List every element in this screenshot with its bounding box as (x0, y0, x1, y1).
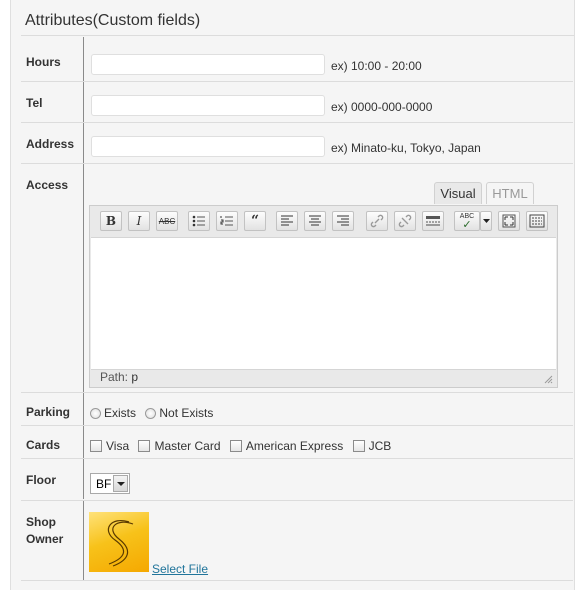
path-label: Path: (100, 370, 129, 384)
separator (21, 392, 573, 393)
chevron-down-icon[interactable] (480, 211, 492, 231)
separator (21, 163, 573, 164)
row-divider-floor (83, 459, 84, 499)
italic-icon[interactable]: I (128, 211, 150, 231)
tel-label: Tel (26, 96, 43, 110)
link-icon[interactable] (366, 211, 388, 231)
separator (21, 500, 573, 501)
hours-label: Hours (26, 55, 61, 69)
parking-options: Exists Not Exists (90, 406, 213, 420)
card-checkbox-amex[interactable] (229, 440, 242, 452)
card-option-label: Master Card (154, 439, 221, 453)
card-option-label: JCB (368, 439, 392, 453)
kitchen-sink-icon[interactable] (526, 211, 548, 231)
tel-hint: ex) 0000-000-0000 (331, 100, 433, 114)
hours-hint: ex) 10:00 - 20:00 (331, 59, 422, 73)
tab-html[interactable]: HTML (486, 182, 534, 204)
tel-input[interactable] (91, 95, 325, 116)
align-left-icon[interactable] (276, 211, 298, 231)
tab-visual[interactable]: Visual (434, 182, 482, 204)
cards-label: Cards (26, 438, 61, 452)
separator (21, 425, 573, 426)
chevron-down-icon[interactable] (113, 475, 128, 492)
align-right-icon[interactable] (332, 211, 354, 231)
address-label: Address (26, 137, 75, 151)
editor-content-area[interactable] (91, 237, 556, 370)
floor-select-value: BF (96, 477, 112, 491)
cards-options: Visa Master Card American Express JCB (90, 439, 391, 453)
panel-title: Attributes(Custom fields) (25, 12, 201, 29)
path-value[interactable]: p (131, 370, 138, 384)
blockquote-icon[interactable]: “ (244, 211, 266, 231)
numbered-list-icon[interactable] (216, 211, 238, 231)
row-divider-cards (83, 426, 84, 458)
more-tag-icon[interactable] (422, 211, 444, 231)
row-divider-parking (83, 393, 84, 425)
row-divider-shop-owner (83, 501, 84, 580)
select-file-link[interactable]: Select File (152, 562, 208, 576)
address-input[interactable] (91, 136, 325, 157)
floor-select[interactable]: BF (90, 473, 130, 494)
row-divider-address (83, 123, 84, 163)
access-editor: B I ABC “ ABC ✓ Path: p (89, 205, 558, 388)
shop-owner-label-line1: Shop (26, 515, 56, 529)
shop-owner-label: Shop Owner (26, 514, 63, 548)
hours-input[interactable] (91, 54, 325, 75)
editor-toolbar: B I ABC “ ABC ✓ (90, 206, 557, 238)
card-option-label: Visa (106, 439, 130, 453)
spellcheck-icon[interactable]: ABC ✓ (454, 211, 480, 231)
separator (21, 122, 573, 123)
bold-icon[interactable]: B (100, 211, 122, 231)
card-checkbox-visa[interactable] (90, 440, 102, 452)
row-divider-tel (83, 82, 84, 122)
separator (21, 81, 573, 82)
logo-s-icon (107, 520, 134, 567)
parking-option-label: Not Exists (159, 406, 214, 420)
align-center-icon[interactable] (304, 211, 326, 231)
row-divider-access (83, 164, 84, 392)
card-option-label: American Express (245, 439, 344, 453)
separator (21, 580, 573, 581)
separator (21, 458, 573, 459)
resize-handle-icon[interactable] (544, 375, 553, 384)
row-divider-hours (83, 37, 84, 81)
shop-owner-image (89, 512, 149, 572)
bullet-list-icon[interactable] (188, 211, 210, 231)
editor-path: Path: p (100, 370, 138, 384)
shop-owner-label-line2: Owner (26, 532, 64, 546)
title-divider (21, 35, 574, 36)
card-checkbox-mastercard[interactable] (138, 440, 151, 452)
floor-label: Floor (26, 473, 56, 487)
parking-option-label: Exists (104, 406, 137, 420)
unlink-icon[interactable] (394, 211, 416, 231)
card-checkbox-jcb[interactable] (352, 440, 365, 452)
parking-radio-not-exists[interactable] (145, 408, 157, 419)
parking-radio-exists[interactable] (90, 408, 101, 419)
strikethrough-icon[interactable]: ABC (156, 211, 178, 231)
access-label: Access (26, 178, 69, 192)
parking-label: Parking (26, 405, 71, 419)
address-hint: ex) Minato-ku, Tokyo, Japan (331, 141, 481, 155)
fullscreen-icon[interactable] (498, 211, 520, 231)
